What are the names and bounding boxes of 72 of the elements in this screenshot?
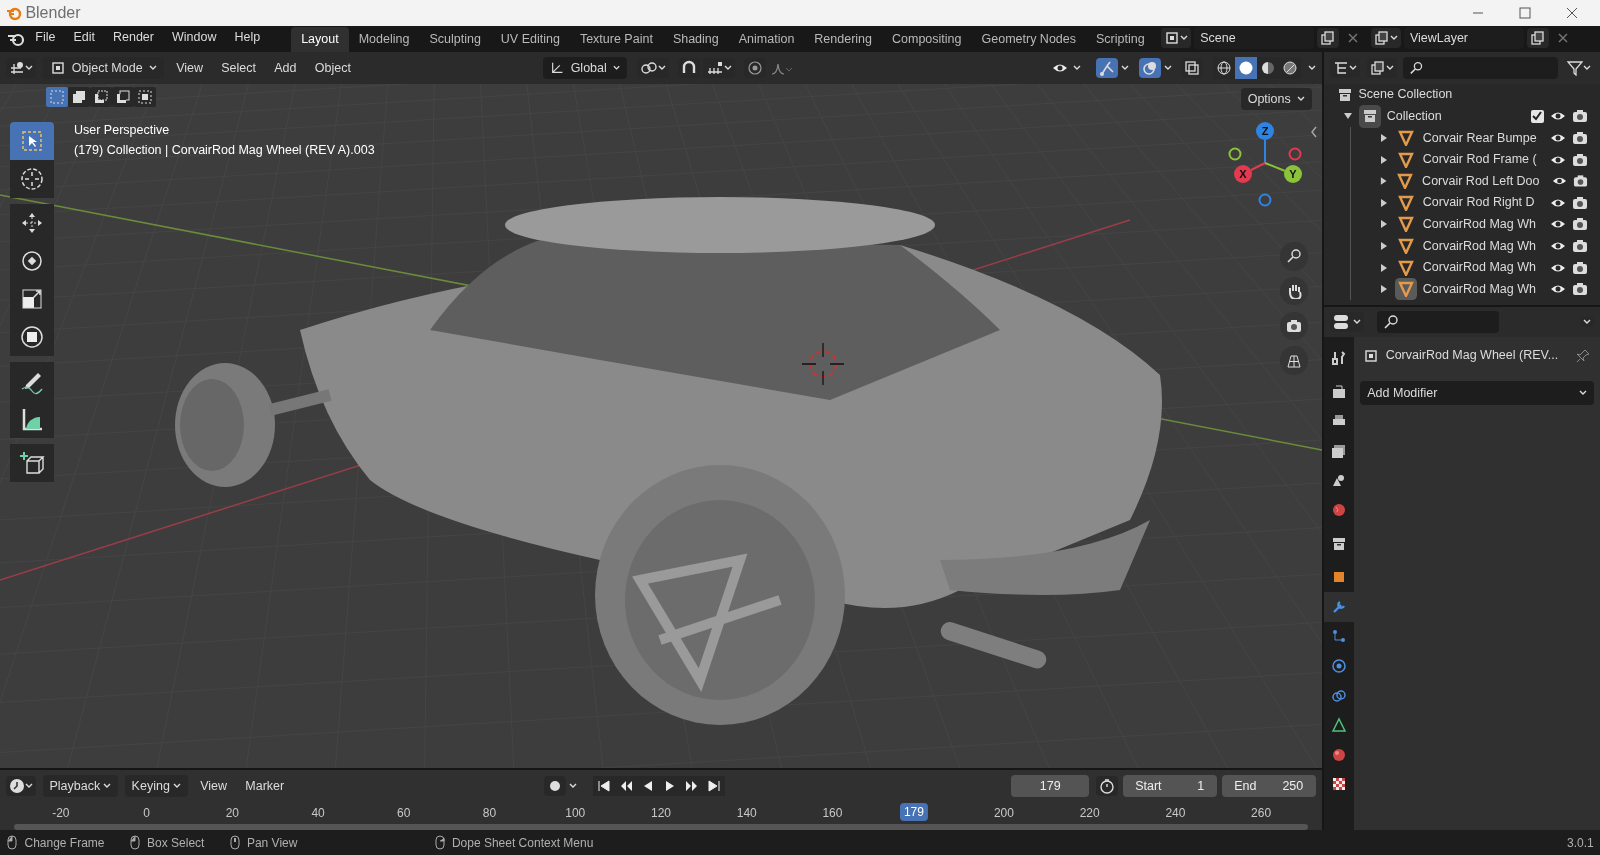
ruler-tick-label: 200 (993, 805, 1014, 822)
menu-item[interactable]: View (170, 56, 209, 80)
menu-item[interactable]: Object (308, 56, 357, 80)
start-label: Start (1135, 777, 1162, 795)
tree-item-label[interactable]: CorvairRod Mag Wh (1422, 215, 1536, 234)
ruler-tick-label: 240 (1165, 805, 1186, 822)
status-hint: Dope Sheet Context Menu (451, 834, 594, 852)
menu-item[interactable]: Help (225, 26, 270, 49)
tree-item-label[interactable]: Corvair Rod Right D (1422, 193, 1535, 213)
options-dropdown[interactable]: Options (1240, 88, 1312, 110)
tree-item-label[interactable]: Corvair Rear Bumpe (1422, 128, 1537, 148)
ruler-tick-label: 220 (1079, 805, 1100, 822)
ruler-tick-label: 60 (397, 805, 411, 822)
ruler-tick-label: 100 (565, 805, 586, 822)
workspace-tab[interactable]: Sculpting (419, 27, 491, 52)
tree-item-label[interactable]: Corvair Rod Frame ( (1422, 150, 1537, 169)
workspace-tab[interactable]: Texture Paint (569, 27, 663, 52)
ruler-tick-label: 120 (651, 805, 671, 822)
workspace-tab[interactable]: UV Editing (490, 27, 570, 52)
window-title: Blender (25, 3, 81, 23)
viewport-info-text: (179) Collection | CorvairRod Mag Wheel (REV A).003 (74, 142, 375, 159)
ruler-tick-label: 260 (1251, 805, 1272, 822)
status-hint: Change Frame (24, 834, 105, 852)
menu-dropdown[interactable]: Marker (239, 774, 291, 798)
ruler-tick-label: -20 (52, 805, 70, 822)
workspace-tab[interactable]: Animation (728, 27, 805, 52)
mode-dropdown[interactable]: Object Mode (42, 57, 164, 79)
playhead-frame-label[interactable]: 179 (899, 803, 928, 821)
tree-item-label[interactable]: CorvairRod Mag Wh (1422, 258, 1536, 277)
workspace-tab[interactable]: Scripting (1086, 27, 1155, 52)
menu-dropdown[interactable]: Keying (124, 775, 188, 797)
menu-item[interactable]: Render (103, 26, 163, 49)
tree-item-label[interactable]: Corvair Rod Left Doo (1422, 171, 1540, 191)
end-label: End (1234, 777, 1257, 795)
current-frame-field[interactable]: 179 (1011, 775, 1090, 797)
add-modifier-dropdown[interactable]: Add Modifier (1360, 380, 1594, 405)
tree-item-label[interactable]: CorvairRod Mag Wh (1422, 279, 1536, 299)
tree-item-label[interactable]: CorvairRod Mag Wh (1422, 236, 1536, 256)
ruler-tick-label: 40 (311, 805, 325, 822)
viewport-info-text: User Perspective (74, 122, 171, 139)
ruler-tick-label: 160 (822, 805, 843, 822)
tree-item-label[interactable]: Scene Collection (1358, 85, 1453, 105)
workspace-tab[interactable]: Modeling (348, 27, 420, 52)
ruler-tick-label: 20 (225, 805, 239, 822)
status-hint: Pan View (246, 834, 298, 852)
name-field[interactable]: Scene (1194, 26, 1314, 49)
ruler-tick-label: 140 (736, 805, 757, 822)
tree-item-label[interactable]: Collection (1386, 107, 1525, 126)
menu-item[interactable]: Select (215, 56, 262, 80)
end-value: 250 (1282, 777, 1304, 795)
workspace-tab[interactable]: Geometry Nodes (971, 27, 1086, 52)
navigation-gizmo[interactable]: Z X Y (1223, 114, 1303, 204)
workspace-tab[interactable]: Compositing (882, 27, 972, 52)
version-label: 3.0.1 (1567, 834, 1594, 852)
name-field[interactable]: ViewLayer (1403, 26, 1524, 49)
start-value: 1 (1197, 777, 1205, 795)
frame-field[interactable]: End 250 (1221, 775, 1316, 797)
menu-item[interactable]: Add (268, 56, 303, 80)
status-hint: Box Select (147, 834, 205, 852)
ruler-tick-label: 80 (482, 805, 497, 822)
workspace-tab[interactable]: Layout (291, 27, 349, 52)
frame-field[interactable]: Start 1 (1122, 775, 1217, 797)
object-name: CorvairRod Mag Wheel (REV... (1385, 347, 1560, 365)
menu-item[interactable]: Edit (64, 26, 104, 49)
ruler-tick-label: 0 (143, 805, 150, 822)
menu-item[interactable]: Window (162, 26, 226, 49)
workspace-tab[interactable]: Rendering (804, 27, 883, 52)
menu-dropdown[interactable]: Playback (42, 775, 119, 797)
workspace-tab[interactable]: Shading (662, 27, 729, 52)
menu-item[interactable]: File (26, 26, 65, 49)
menu-dropdown[interactable]: View (194, 774, 234, 798)
orientation-dropdown[interactable]: Global (543, 57, 628, 79)
